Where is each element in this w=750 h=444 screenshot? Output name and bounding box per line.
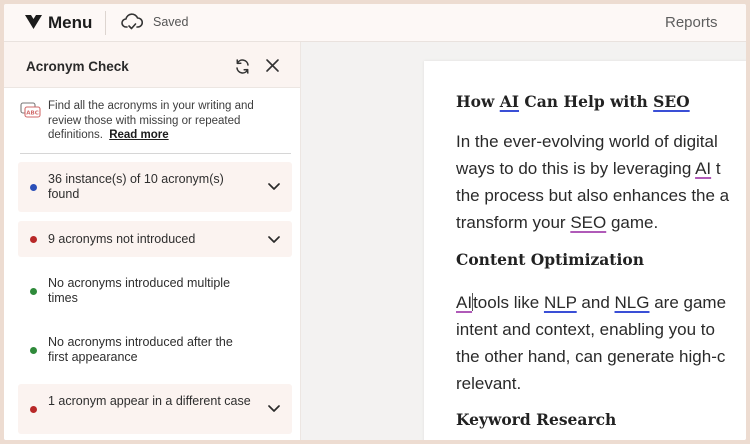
text-line: the process but also enhances the a [456, 186, 730, 205]
chevron-down-icon[interactable] [268, 183, 280, 191]
status-dot [30, 184, 37, 191]
saved-status: Saved [153, 15, 189, 29]
acronym-highlight[interactable]: NLG [615, 293, 650, 312]
top-bar: Menu Saved Reports [4, 4, 746, 42]
chevron-down-icon[interactable] [268, 405, 280, 413]
menu-button[interactable]: Menu [48, 13, 92, 33]
panel-header: Acronym Check [4, 42, 300, 88]
document-title: How AI Can Help with SEO [456, 92, 690, 111]
text-line: AItools like NLP and NLG are game [456, 289, 726, 316]
read-more-link[interactable]: Read more [109, 129, 168, 141]
item-text: No acronyms introduced multiple times [48, 276, 231, 305]
divider [105, 11, 106, 35]
text-line: In the ever-evolving world of digital [456, 132, 718, 151]
heading-text: Can Help with [519, 92, 654, 111]
acronym-highlight[interactable]: SEO [570, 213, 606, 232]
reports-button[interactable]: Reports [665, 14, 718, 31]
heading-text: How [456, 92, 500, 111]
text-run: ways to do this is by leveraging [456, 159, 696, 178]
paragraph-2: AItools like NLP and NLG are game intent… [456, 289, 726, 397]
panel-title: Acronym Check [26, 59, 129, 74]
text-line: intent and context, enabling you to [456, 320, 715, 339]
refresh-icon[interactable] [234, 58, 251, 75]
text-run: game. [606, 213, 659, 232]
text-line: relevant. [456, 374, 522, 393]
acronyms-not-introduced-item[interactable]: 9 acronyms not introduced [18, 221, 292, 257]
text-run: transform your [456, 213, 571, 232]
acronym-highlight[interactable]: SEO [653, 92, 690, 111]
item-text: 1 acronym appear in a different case [48, 394, 251, 408]
different-case-item[interactable]: 1 acronym appear in a different case [18, 384, 292, 434]
divider [20, 153, 291, 154]
multiple-introductions-item: No acronyms introduced multiple times [18, 268, 292, 314]
text-line: the other hand, can generate high-c [456, 347, 726, 366]
cloud-saved-icon [121, 13, 143, 30]
text-run: t [711, 159, 721, 178]
text-run: tools like [473, 293, 544, 312]
paragraph-1: In the ever-evolving world of digital wa… [456, 128, 729, 236]
section-heading: Content Optimization [456, 250, 644, 269]
close-icon[interactable] [265, 58, 280, 73]
status-dot [30, 406, 37, 413]
svg-text:ABC: ABC [26, 111, 39, 117]
acronym-highlight[interactable]: AI [695, 159, 711, 178]
text-line: ways to do this is by leveraging AI t [456, 155, 729, 182]
text-run: are game [649, 293, 727, 312]
section-heading: Keyword Research [456, 410, 617, 429]
item-text: 36 instance(s) of 10 acronym(s) found [48, 172, 224, 201]
acronym-highlight[interactable]: NLP [544, 293, 577, 312]
text-line: transform your SEO game. [456, 209, 729, 236]
acronym-badge-icon: ABC [20, 102, 41, 118]
acronym-highlight[interactable]: AI [456, 293, 472, 312]
app-window: Menu Saved Reports Acronym Check ABC Fin… [4, 4, 746, 440]
panel-description: Find all the acronyms in your writing an… [48, 99, 288, 143]
status-dot [30, 347, 37, 354]
text-run: and [576, 293, 615, 312]
logo-icon[interactable] [25, 15, 42, 29]
introduced-after-first-item: No acronyms introduced after the first a… [18, 327, 292, 373]
status-dot [30, 288, 37, 295]
item-text: No acronyms introduced after the first a… [48, 335, 233, 364]
acronym-highlight[interactable]: AI [500, 92, 519, 111]
acronym-check-panel: Acronym Check ABC Find all the acronyms … [4, 42, 301, 440]
status-dot [30, 236, 37, 243]
document-editor[interactable]: How AI Can Help with SEO In the ever-evo… [424, 61, 746, 440]
acronym-summary-item[interactable]: 36 instance(s) of 10 acronym(s) found [18, 162, 292, 212]
item-text: 9 acronyms not introduced [48, 232, 196, 246]
chevron-down-icon[interactable] [268, 236, 280, 244]
